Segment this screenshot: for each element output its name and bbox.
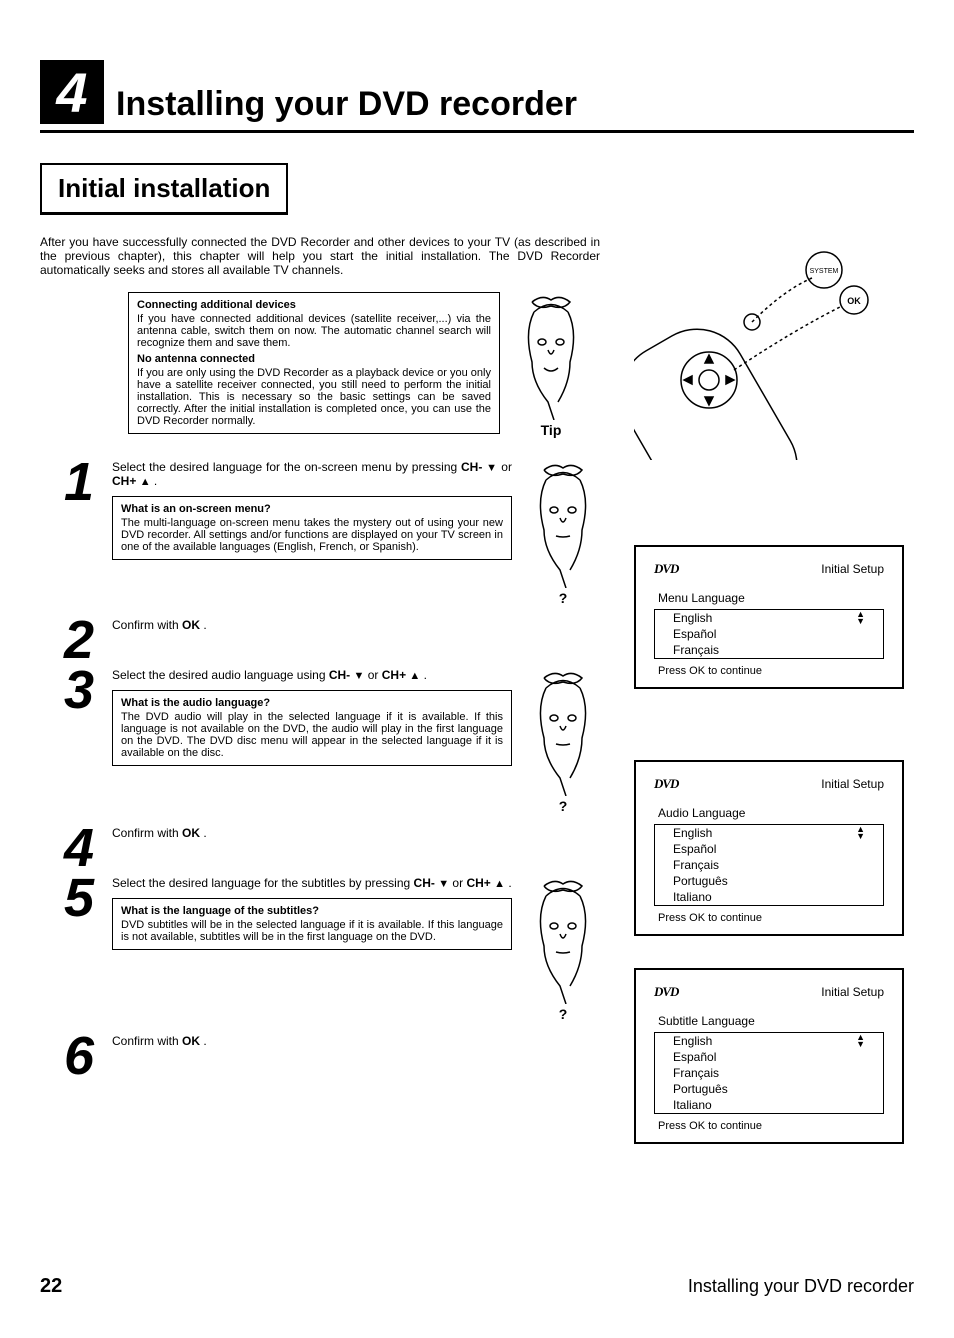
tip-box: Connecting additional devices If you hav… [128, 292, 500, 434]
dvd-logo: DVD [654, 561, 678, 577]
osd-list: English ▲▼ Español Français Português Ita… [654, 1032, 884, 1114]
up-arrow-icon: ▲ [494, 878, 505, 890]
osd-footer: Press OK to continue [654, 1120, 884, 1132]
scroll-arrows-icon: ▲▼ [856, 826, 865, 840]
step-6-text: Confirm with OK . [112, 1034, 512, 1048]
step-number-2: 2 [40, 618, 112, 664]
step-number-3: 3 [40, 668, 112, 714]
list-item: English [673, 1034, 712, 1048]
system-button-label: SYSTEM [810, 268, 839, 275]
osd-title: Initial Setup [821, 562, 884, 576]
step-3-text: Select the desired audio language using … [112, 668, 512, 682]
down-arrow-icon: ▼ [438, 878, 449, 890]
tip-illustration: Tip [506, 292, 596, 438]
osd-footer: Press OK to continue [654, 665, 884, 677]
step-2-text: Confirm with OK . [112, 618, 512, 632]
infobox-body: The multi-language on-screen menu takes … [121, 517, 503, 553]
step-number-4: 4 [40, 826, 112, 872]
list-item: Português [673, 1082, 728, 1096]
dvd-logo: DVD [654, 776, 678, 792]
list-item: Español [673, 627, 716, 641]
step-1-infobox: What is an on-screen menu? The multi-lan… [112, 496, 512, 560]
face-icon [526, 460, 600, 588]
scroll-arrows-icon: ▲▼ [856, 611, 865, 625]
page-number: 22 [40, 1275, 62, 1298]
chapter-number-box: 4 [40, 60, 104, 124]
list-item: Français [673, 858, 719, 872]
osd-subtitle: Audio Language [654, 806, 884, 820]
remote-illustration: SYSTEM OK [634, 240, 904, 465]
list-item: Español [673, 1050, 716, 1064]
step-5-infobox: What is the language of the subtitles? D… [112, 898, 512, 950]
ok-button-label: OK [847, 296, 861, 306]
list-item: Español [673, 842, 716, 856]
osd-audio-language: DVD Initial Setup Audio Language English… [634, 760, 904, 936]
step-3-infobox: What is the audio language? The DVD audi… [112, 690, 512, 766]
osd-footer: Press OK to continue [654, 912, 884, 924]
tip-label: Tip [541, 422, 562, 438]
step-4-text: Confirm with OK . [112, 826, 512, 840]
step-5-text: Select the desired language for the subt… [112, 876, 512, 890]
page-footer: 22 Installing your DVD recorder [40, 1275, 914, 1298]
list-item: Português [673, 874, 728, 888]
step-number-1: 1 [40, 460, 112, 506]
chapter-header: 4 Installing your DVD recorder [40, 60, 914, 133]
osd-list: English ▲▼ Español Français [654, 609, 884, 659]
tip-heading-1: Connecting additional devices [137, 299, 491, 311]
question-mark-1: ? [559, 590, 568, 606]
scroll-arrows-icon: ▲▼ [856, 1034, 865, 1048]
list-item: Français [673, 643, 719, 657]
up-arrow-icon: ▲ [409, 670, 420, 682]
infobox-title: What is the language of the subtitles? [121, 905, 503, 917]
footer-title: Installing your DVD recorder [688, 1276, 914, 1297]
infobox-title: What is an on-screen menu? [121, 503, 503, 515]
osd-subtitle: Menu Language [654, 591, 884, 605]
osd-subtitle: Subtitle Language [654, 1014, 884, 1028]
osd-title: Initial Setup [821, 985, 884, 999]
osd-menu-language: DVD Initial Setup Menu Language English ▲… [634, 545, 904, 689]
step-1-text: Select the desired language for the on-s… [112, 460, 512, 488]
osd-subtitle-language: DVD Initial Setup Subtitle Language Engl… [634, 968, 904, 1144]
infobox-title: What is the audio language? [121, 697, 503, 709]
list-item: English [673, 826, 712, 840]
up-arrow-icon: ▲ [140, 476, 151, 488]
question-illustration-1: ? [518, 460, 608, 606]
osd-title: Initial Setup [821, 777, 884, 791]
step-number-6: 6 [40, 1034, 112, 1080]
list-item: Italiano [673, 1098, 712, 1112]
face-icon [526, 668, 600, 796]
question-illustration-3: ? [518, 876, 608, 1022]
osd-list: English ▲▼ Español Français Português Ita… [654, 824, 884, 906]
face-icon [526, 876, 600, 1004]
down-arrow-icon: ▼ [486, 462, 497, 474]
dvd-logo: DVD [654, 984, 678, 1000]
down-arrow-icon: ▼ [354, 670, 365, 682]
infobox-body: DVD subtitles will be in the selected la… [121, 919, 503, 943]
step-number-5: 5 [40, 876, 112, 922]
question-mark-2: ? [559, 798, 568, 814]
chapter-title: Installing your DVD recorder [116, 85, 577, 124]
list-item: Français [673, 1066, 719, 1080]
list-item: Italiano [673, 890, 712, 904]
tip-body-2: If you are only using the DVD Recorder a… [137, 367, 491, 427]
tip-heading-2: No antenna connected [137, 353, 491, 365]
question-illustration-2: ? [518, 668, 608, 814]
section-title: Initial installation [40, 163, 288, 215]
list-item: English [673, 611, 712, 625]
tip-body-1: If you have connected additional devices… [137, 313, 491, 349]
question-mark-3: ? [559, 1006, 568, 1022]
intro-text: After you have successfully connected th… [40, 235, 600, 277]
infobox-body: The DVD audio will play in the selected … [121, 711, 503, 759]
face-icon [514, 292, 588, 420]
